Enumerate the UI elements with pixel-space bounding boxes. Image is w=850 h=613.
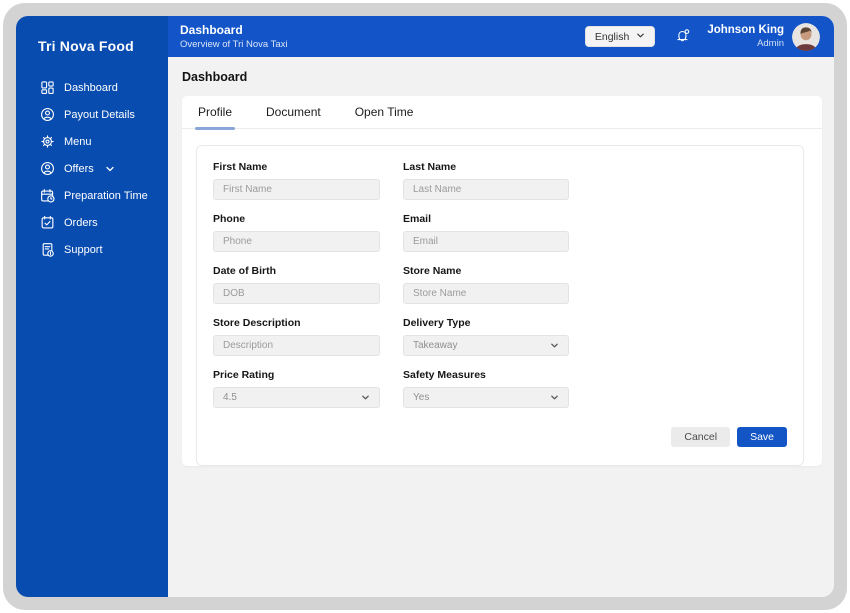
window-frame: Tri Nova Food Dashboard Payout Details Men…: [3, 3, 847, 610]
profile-form: First Name Last Name Phone Email Date of Bir…: [196, 145, 804, 466]
topbar-subtitle: Overview of Tri Nova Taxi: [180, 38, 288, 50]
cancel-button[interactable]: Cancel: [671, 427, 731, 447]
field-label-last-name: Last Name: [403, 161, 457, 173]
price-rating-select[interactable]: 4.5: [213, 387, 380, 408]
field-label-store-description: Store Description: [213, 317, 301, 329]
email-input[interactable]: [403, 231, 569, 252]
safety-measures-select[interactable]: Yes: [403, 387, 569, 408]
topbar-titles: Dashboard Overview of Tri Nova Taxi: [180, 23, 288, 51]
topbar-actions: English Johnson King Admin: [584, 22, 820, 51]
user-meta: Johnson King Admin: [707, 23, 784, 49]
field-label-first-name: First Name: [213, 161, 268, 173]
field-date-of-birth: Date of Birth: [213, 265, 380, 304]
field-price-rating: Price Rating 4.5: [213, 369, 380, 408]
language-selector-label: English: [594, 30, 630, 43]
delivery-type-select[interactable]: Takeaway: [403, 335, 569, 356]
sidebar-item-label: Support: [64, 243, 103, 256]
field-last-name: Last Name: [403, 161, 569, 200]
language-selector[interactable]: English: [584, 26, 656, 47]
sidebar-item-label: Dashboard: [64, 81, 118, 94]
form-actions: Cancel Save: [213, 427, 787, 447]
select-value: Yes: [413, 392, 430, 403]
phone-input[interactable]: [213, 231, 380, 252]
page: Tri Nova Food Dashboard Payout Details Men…: [0, 0, 850, 613]
chevron-down-icon: [361, 389, 370, 407]
sidebar-item-preparation-time[interactable]: Preparation Time: [16, 182, 168, 209]
sidebar-item-orders[interactable]: Orders: [16, 209, 168, 236]
person-circle-icon: [40, 161, 55, 176]
calendar-check-icon: [40, 215, 55, 230]
select-value: 4.5: [223, 392, 237, 403]
avatar[interactable]: [792, 22, 820, 51]
field-label-store-name: Store Name: [403, 265, 462, 277]
chevron-down-icon: [105, 164, 115, 174]
chevron-down-icon: [636, 31, 645, 43]
app-window: Tri Nova Food Dashboard Payout Details Men…: [16, 16, 834, 597]
field-label-phone: Phone: [213, 213, 246, 225]
tab-open-time[interactable]: Open Time: [355, 96, 414, 129]
field-label-delivery-type: Delivery Type: [403, 317, 471, 329]
field-email: Email: [403, 213, 569, 252]
user-name: Johnson King: [707, 24, 784, 37]
store-name-input[interactable]: [403, 283, 569, 304]
store-description-input[interactable]: [213, 335, 380, 356]
tab-bar: Profile Document Open Time: [182, 96, 822, 130]
brand-title: Tri Nova Food: [38, 38, 134, 54]
sidebar-nav: Dashboard Payout Details Menu Offers Prepara…: [16, 74, 168, 263]
field-delivery-type: Delivery Type Takeaway: [403, 317, 569, 356]
chevron-down-icon: [550, 389, 559, 407]
select-value: Takeaway: [413, 340, 458, 351]
page-title: Dashboard: [182, 70, 248, 84]
field-store-name: Store Name: [403, 265, 569, 304]
person-circle-icon: [40, 107, 55, 122]
content-area: Dashboard Profile Document Open Time First…: [168, 57, 834, 597]
field-label-safety-measures: Safety Measures: [403, 369, 486, 381]
document-info-icon: [40, 242, 55, 257]
field-safety-measures: Safety Measures Yes: [403, 369, 569, 408]
last-name-input[interactable]: [403, 179, 569, 200]
save-button[interactable]: Save: [737, 427, 787, 447]
sidebar-item-payout-details[interactable]: Payout Details: [16, 101, 168, 128]
chevron-down-icon: [550, 337, 559, 355]
topbar-title: Dashboard: [180, 22, 243, 37]
field-first-name: First Name: [213, 161, 380, 200]
date-of-birth-input[interactable]: [213, 283, 380, 304]
form-grid: First Name Last Name Phone Email Date of Bir…: [213, 161, 787, 408]
field-label-date-of-birth: Date of Birth: [213, 265, 276, 277]
field-label-price-rating: Price Rating: [213, 369, 275, 381]
sidebar-item-label: Menu: [64, 135, 92, 148]
sidebar-item-offers[interactable]: Offers: [16, 155, 168, 182]
sidebar-item-label: Preparation Time: [64, 189, 148, 202]
sidebar-item-support[interactable]: Support: [16, 236, 168, 263]
notifications-bell-icon[interactable]: [674, 28, 691, 45]
sidebar-item-label: Offers: [64, 162, 94, 175]
sidebar-item-label: Orders: [64, 216, 98, 229]
sidebar-item-label: Payout Details: [64, 108, 135, 121]
sidebar: Tri Nova Food Dashboard Payout Details Men…: [16, 16, 168, 597]
topbar: Dashboard Overview of Tri Nova Taxi Engl…: [168, 16, 834, 57]
sidebar-item-menu[interactable]: Menu: [16, 128, 168, 155]
gear-icon: [40, 134, 55, 149]
user-role: Admin: [757, 37, 784, 49]
field-label-email: Email: [403, 213, 432, 225]
calendar-clock-icon: [40, 188, 55, 203]
dashboard-card: Profile Document Open Time First Name Last …: [182, 96, 822, 466]
field-phone: Phone: [213, 213, 380, 252]
dashboard-grid-icon: [40, 80, 55, 95]
main-column: Dashboard Overview of Tri Nova Taxi Engl…: [168, 16, 834, 597]
field-store-description: Store Description: [213, 317, 380, 356]
tab-document[interactable]: Document: [266, 96, 321, 129]
sidebar-item-dashboard[interactable]: Dashboard: [16, 74, 168, 101]
first-name-input[interactable]: [213, 179, 380, 200]
tab-profile[interactable]: Profile: [194, 96, 236, 130]
